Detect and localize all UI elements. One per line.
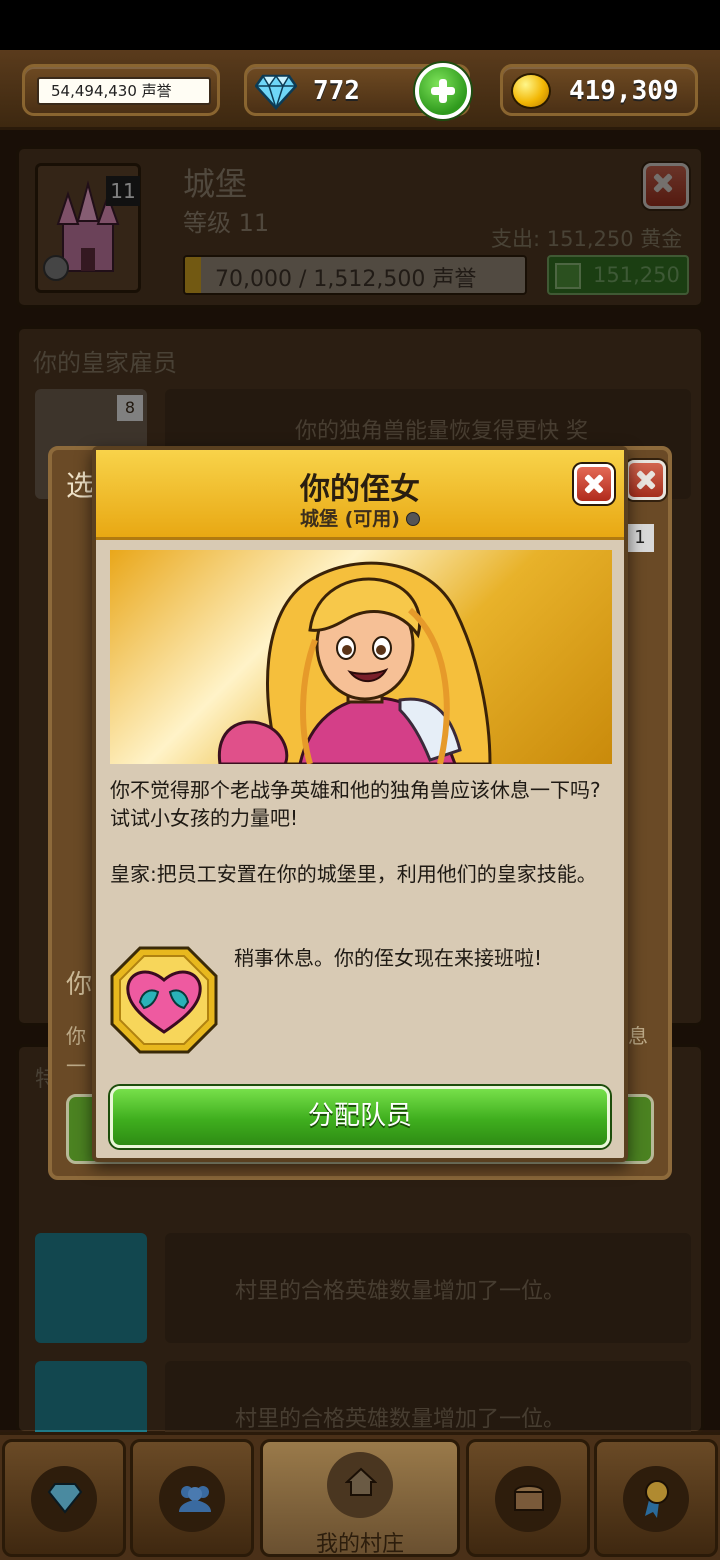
dialog-title: 你的侄女 — [300, 472, 420, 507]
treasure-chest-icon — [513, 1485, 545, 1511]
select-you-text: 你 — [66, 970, 93, 1000]
close-select-button[interactable] — [626, 460, 666, 500]
dialog-header: 你的侄女 城堡 (可用) — [96, 450, 624, 540]
card-level-badge: 1 — [626, 524, 654, 552]
nav-tab-village[interactable]: 我的村庄 — [260, 1439, 460, 1557]
select-dash: 一 — [66, 1054, 86, 1078]
staff-detail-dialog: 你的侄女 城堡 (可用) 你不觉得那个老战争英雄和他的独角兽应该休息一下吗?试试… — [92, 446, 628, 1162]
group-icon — [179, 1486, 211, 1512]
skill-heart-icon — [110, 946, 218, 1054]
gold-count: 419,309 — [569, 76, 679, 106]
fame-value: 54,494,430 声誉 — [37, 77, 211, 105]
medal-icon — [645, 1480, 669, 1518]
gem-count: 772 — [313, 76, 360, 106]
add-gems-button[interactable] — [415, 63, 471, 119]
nav-tab-shop[interactable] — [2, 1439, 126, 1557]
niece-portrait — [110, 550, 612, 764]
availability-dot — [405, 512, 420, 526]
dialog-subtitle-text: 城堡 (可用) — [300, 508, 400, 530]
gold-counter: 419,309 — [500, 64, 698, 116]
resource-bar: 54,494,430 声誉 772 419,309 — [0, 50, 720, 130]
gold-coin-icon — [511, 73, 551, 109]
nav-tab-treasure[interactable] — [466, 1439, 590, 1557]
gem-counter: 772 — [244, 63, 471, 119]
diamond-icon — [47, 1483, 83, 1514]
close-dialog-button[interactable] — [574, 464, 614, 504]
select-dialog-title: 选 — [66, 469, 95, 502]
assign-staff-button[interactable]: 分配队员 — [110, 1086, 610, 1148]
nav-village-label: 我的村庄 — [315, 1532, 404, 1557]
dialog-subtitle: 城堡 (可用) — [96, 504, 624, 531]
bottom-navigation: 我的村庄 — [0, 1432, 720, 1560]
status-bar — [0, 0, 720, 50]
select-rest-text: 息 — [628, 1024, 648, 1048]
niece-description: 你不觉得那个老战争英雄和他的独角兽应该休息一下吗?试试小女孩的力量吧! — [110, 778, 601, 830]
nav-tab-awards[interactable] — [594, 1439, 718, 1557]
select-you-text-2: 你 — [66, 1024, 86, 1048]
skill-description: 稍事休息。你的侄女现在来接班啦! — [234, 946, 543, 970]
royal-note: 皇家:把员工安置在你的城堡里，利用他们的皇家技能。 — [110, 862, 597, 886]
diamond-icon — [255, 74, 297, 110]
niece-illustration — [217, 561, 492, 764]
nav-tab-heroes[interactable] — [130, 1439, 254, 1557]
home-icon — [345, 1467, 377, 1496]
fame-counter: 54,494,430 声誉 — [22, 64, 220, 116]
